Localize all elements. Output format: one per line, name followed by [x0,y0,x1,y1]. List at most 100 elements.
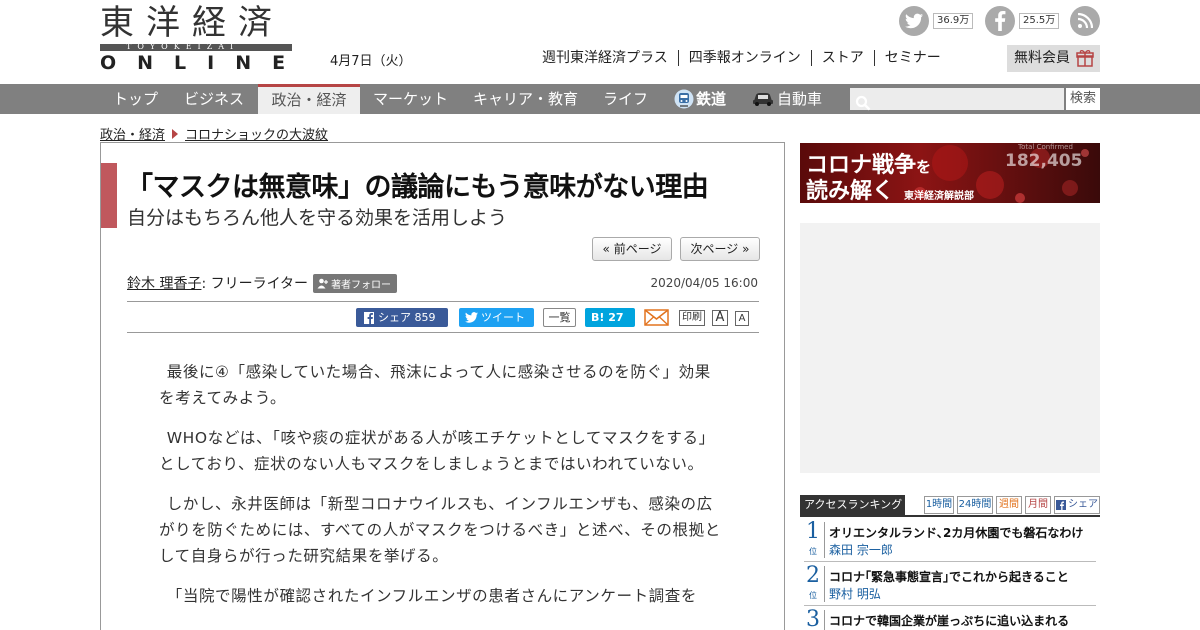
author-follow-label: 著者フォロー [331,279,392,291]
font-size-small-button[interactable]: A [735,311,749,326]
twitter-follow[interactable]: 36.9万 [899,6,974,36]
ranking-item[interactable]: 3 コロナで韓国企業が崖っぷちに追い込まれる [800,608,1100,630]
ranking-tab-monthly[interactable]: 月間 [1025,496,1051,514]
header-link-seminar[interactable]: セミナー [873,50,951,66]
site-logo[interactable]: 東洋経済 TOYOKEIZAI ONLINE [100,3,292,73]
nav-automobile[interactable]: 自動車 [752,84,822,114]
divider [127,332,759,333]
twitter-icon [899,6,929,36]
rank-suffix: 位 [809,547,817,556]
divider [127,301,759,302]
rank-divider [824,522,825,558]
nav-railway-label: 鉄道 [696,90,727,108]
breadcrumb-series[interactable]: コロナショックの大波紋 [185,124,328,143]
free-member-button[interactable]: 無料会員 [1007,45,1100,72]
nav-market[interactable]: マーケット [373,84,448,114]
author-role: : フリーライター [201,276,309,292]
train-icon [674,89,694,109]
header-link-shikiho[interactable]: 四季報オンライン [677,50,811,66]
rank-article-title[interactable]: コロナで韓国企業が崖っぷちに追い込まれる [829,612,1069,629]
article-subtitle: 自分はもちろん他人を守る効果を活用しよう [127,207,508,229]
rank-article-author[interactable]: 野村 明弘 [829,585,881,602]
ranking-underline [800,515,1100,517]
rank-article-author[interactable]: 森田 宗一郎 [829,541,893,558]
nav-politics-economy[interactable]: 政治・経済 [258,84,360,114]
global-nav: トップ ビジネス 政治・経済 マーケット キャリア・教育 ライフ 鉄道 自動車 … [0,84,1200,114]
header-link-weekly[interactable]: 週刊東洋経済プラス [542,50,678,66]
prev-page-button[interactable]: « 前ページ [592,237,672,261]
banner-line1-particle: を [916,158,932,176]
rank-number: 2 [806,563,820,588]
nav-career-education[interactable]: キャリア・教育 [473,84,578,114]
rss-icon [1070,6,1100,36]
rank-separator [804,605,1096,606]
facebook-follow[interactable]: 25.5万 [985,6,1060,36]
logo-online: ONLINE [100,52,307,74]
article-body: 最後に④「感染していた場合、飛沫によって人に感染させるのを防ぐ」効果を考えてみよ… [159,359,724,623]
rank-number: 1 [806,519,820,544]
body-paragraph: 「当院で陽性が確認されたインフルエンザの患者さんにアンケート調査を [166,587,697,605]
free-member-label: 無料会員 [1014,50,1070,66]
nav-automobile-label: 自動車 [777,90,823,108]
breadcrumb-arrow-icon [172,128,179,139]
twitter-follower-count: 36.9万 [933,13,974,29]
facebook-icon [364,312,374,324]
rank-separator [804,561,1096,562]
ranking-tab-weekly[interactable]: 週間 [996,496,1022,514]
ranking-tab-share-label: シェア [1068,499,1098,510]
car-icon [753,93,773,106]
body-paragraph: 最後に④「感染していた場合、飛沫によって人に感染させるのを防ぐ」効果を考えてみよ… [159,363,711,407]
rss-link[interactable] [1070,6,1100,36]
nav-railway[interactable]: 鉄道 [674,84,726,114]
facebook-share-button[interactable]: シェア 859 [356,308,448,327]
ad-slot [800,223,1100,473]
author-follow-button[interactable]: 著者フォロー [313,273,398,293]
rank-suffix: 位 [809,591,817,600]
rank-article-title[interactable]: コロナ｢緊急事態宣言｣でこれから起きること [829,568,1069,585]
banner-figure: 182,405 [1005,151,1083,171]
tweet-button[interactable]: ツイート [459,308,534,327]
person-plus-icon [317,278,329,288]
twitter-icon [465,312,478,323]
facebook-like-count: 25.5万 [1019,13,1060,29]
gift-icon [1076,50,1094,67]
site-header: 東洋経済 TOYOKEIZAI ONLINE 4月7日（火） 週刊東洋経済プラス… [0,0,1200,84]
search-button[interactable]: 検索 [1066,88,1100,110]
nav-life[interactable]: ライフ [603,84,648,114]
breadcrumb: 政治・経済 コロナショックの大波紋 [100,124,328,143]
title-accent-bar [101,163,117,228]
print-button[interactable]: 印刷 [679,310,705,326]
next-page-button[interactable]: 次ページ » [680,237,760,261]
article: 「マスクは無意味」の議論にもう意味がない理由 自分はもちろん他人を守る効果を活用… [100,142,785,630]
tweet-label: ツイート [481,311,525,324]
corona-war-banner[interactable]: Total Confirmed 182,405 コロナ戦争を 読み解く 東洋経済… [800,143,1100,203]
publish-date: 2020/04/05 16:00 [650,276,758,290]
body-paragraph: WHOなどは、「咳や痰の症状がある人が咳エチケットとしてマスクをする」としており… [159,429,715,473]
author-name-link[interactable]: 鈴木 理香子 [127,273,201,293]
ranking-tab-1h[interactable]: 1時間 [924,496,954,514]
ranking-item[interactable]: 1 位 オリエンタルランド､2カ月休園でも磐石なわけ 森田 宗一郎 [800,520,1100,562]
facebook-share-label: シェア 859 [378,311,436,324]
breadcrumb-category[interactable]: 政治・経済 [100,124,165,143]
tweet-list-button[interactable]: 一覧 [543,308,576,327]
logo-romaji: TOYOKEIZAI [126,42,240,51]
rank-article-title[interactable]: オリエンタルランド､2カ月休園でも磐石なわけ [829,524,1083,541]
facebook-icon [985,6,1015,36]
logo-kanji: 東洋経済 [100,3,284,43]
mail-icon[interactable] [644,308,669,327]
rank-divider [824,566,825,602]
search-input[interactable] [850,88,1064,110]
font-size-large-button[interactable]: A [712,310,728,326]
nav-business[interactable]: ビジネス [184,84,244,114]
ranking-tab-24h[interactable]: 24時間 [957,496,993,514]
ranking-title: アクセスランキング [800,495,905,515]
author-line: 鈴木 理香子 : フリーライター 著者フォロー [127,273,398,293]
header-link-store[interactable]: ストア [810,50,874,66]
ranking-item[interactable]: 2 位 コロナ｢緊急事態宣言｣でこれから起きること 野村 明弘 [800,564,1100,606]
banner-subtitle: 東洋経済解説部 [904,191,974,202]
ranking-tab-share[interactable]: シェア [1054,496,1100,514]
ranking-header: アクセスランキング 1時間 24時間 週間 月間 シェア [800,495,1100,515]
hatena-bookmark-button[interactable]: B! 27 [585,308,635,327]
nav-top[interactable]: トップ [113,84,158,114]
current-date: 4月7日（火） [330,54,412,69]
